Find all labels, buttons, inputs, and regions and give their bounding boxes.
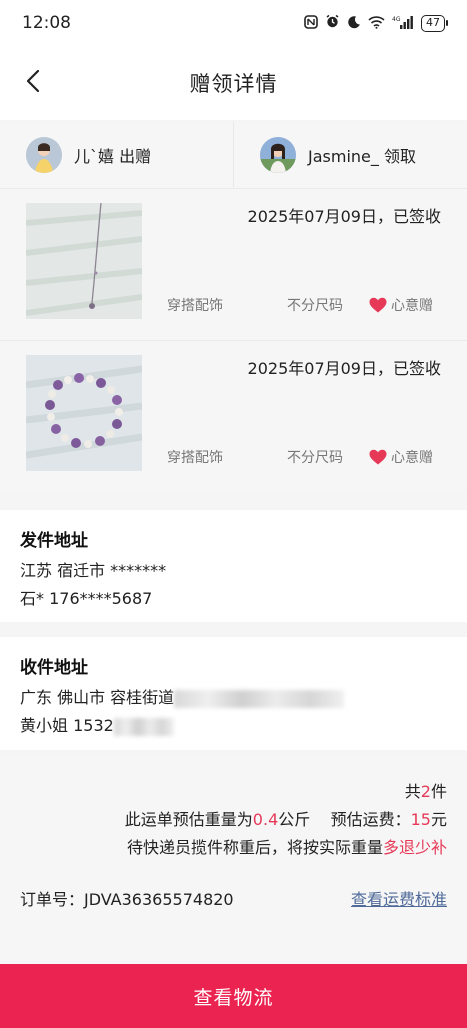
receiver-heading: 收件地址 [20, 658, 88, 678]
status-time: 12:08 [22, 13, 71, 33]
item-category: 穿搭配饰 [167, 450, 223, 466]
item-badge: 心意赠 [369, 447, 433, 467]
fee-value: 15 [410, 810, 431, 829]
weight-value: 0.4 [252, 810, 279, 829]
page-title: 赠领详情 [189, 72, 278, 96]
alarm-icon [325, 14, 340, 32]
item-badge: 心意赠 [369, 295, 433, 315]
badge-label: 心意赠 [391, 450, 433, 466]
receiver-contact-line: 黄小姐 1532 [20, 712, 447, 740]
fee-unit: 元 [430, 810, 447, 829]
order-row: 订单号：JDVA36365574820 查看运费标准 [20, 886, 447, 910]
view-logistics-button[interactable]: 查看物流 [0, 964, 467, 1028]
sender-region: 江苏 宿迁市 ******* [20, 561, 167, 580]
sender-heading: 发件地址 [20, 531, 88, 551]
receiver-contact: 黄小姐 1532 [20, 716, 114, 735]
status-bar: 12:08 4G 47 [0, 0, 467, 46]
item-size: 不分尺码 [287, 450, 343, 466]
list-item[interactable]: 2025年07月09日，已签收 穿搭配饰 不分尺码 心意赠 [0, 340, 467, 491]
heart-icon [369, 297, 387, 313]
sender-contact: 石* 176****5687 [20, 589, 153, 608]
network-type: 4G [392, 16, 401, 23]
sender-address-card: 发件地址 江苏 宿迁市 ******* 石* 176****5687 [0, 510, 467, 622]
item-photo-necklace [26, 203, 142, 319]
fee-prefix: 预估运费： [330, 810, 411, 829]
note-prefix: 待快递员揽件称重后，将按实际重量 [126, 838, 383, 857]
count-suffix: 件 [430, 782, 447, 801]
chevron-left-icon [26, 69, 40, 93]
badge-label: 心意赠 [391, 298, 433, 314]
item-date: 2025年07月09日，已签收 [247, 359, 441, 378]
item-tags: 穿搭配饰 不分尺码 心意赠 [167, 295, 441, 315]
signal-icon: 4G [392, 15, 414, 32]
avatar [260, 136, 296, 173]
redacted-text [174, 689, 345, 708]
weight-unit: 公斤 [278, 810, 311, 829]
fee-standard-link[interactable]: 查看运费标准 [351, 886, 447, 910]
item-count: 共2件 [20, 778, 447, 806]
nav-bar: 赠领详情 [0, 46, 467, 120]
item-size: 不分尺码 [287, 298, 343, 314]
shipping-summary: 共2件 此运单预估重量为0.4公斤 预估运费：15元 待快递员揽件称重后，将按实… [0, 758, 467, 964]
settlement-note: 待快递员揽件称重后，将按实际重量多退少补 [20, 834, 447, 862]
gift-parties: 儿`嬉 出赠 Jasmine_ 领取 [0, 122, 467, 187]
redacted-text [113, 717, 174, 736]
receiver-region: 广东 佛山市 容桂街道 [20, 688, 175, 707]
note-highlight: 多退少补 [382, 838, 447, 857]
back-button[interactable] [16, 64, 50, 98]
nfc-icon [304, 14, 318, 32]
count-prefix: 共 [404, 782, 421, 801]
item-tags: 穿搭配饰 不分尺码 心意赠 [167, 447, 441, 467]
receiver[interactable]: Jasmine_ 领取 [233, 122, 467, 187]
item-date: 2025年07月09日，已签收 [247, 207, 441, 226]
weight-prefix: 此运单预估重量为 [124, 810, 253, 829]
avatar [26, 136, 62, 173]
receiver-region-line: 广东 佛山市 容桂街道 [20, 684, 447, 712]
item-category: 穿搭配饰 [167, 298, 223, 314]
giver[interactable]: 儿`嬉 出赠 [0, 122, 233, 187]
weight-fee-row: 此运单预估重量为0.4公斤 预估运费：15元 [20, 806, 447, 834]
receiver-address-card: 收件地址 广东 佛山市 容桂街道 黄小姐 1532 [0, 637, 467, 750]
moon-icon [347, 15, 361, 32]
status-icons: 4G 47 [304, 14, 448, 32]
order-number: 订单号：JDVA36365574820 [20, 890, 234, 909]
wifi-icon [368, 15, 385, 32]
battery-indicator: 47 [421, 14, 448, 32]
receiver-name: Jasmine_ 领取 [308, 146, 416, 166]
item-photo-bracelet [26, 355, 142, 471]
list-item[interactable]: 2025年07月09日，已签收 穿搭配饰 不分尺码 心意赠 [0, 188, 467, 339]
heart-icon [369, 449, 387, 465]
count-value: 2 [420, 782, 431, 801]
giver-name: 儿`嬉 出赠 [74, 146, 152, 166]
